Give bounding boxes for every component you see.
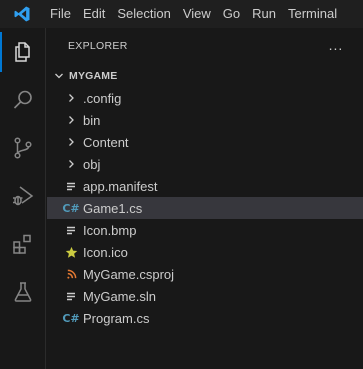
menu-run[interactable]: Run — [246, 0, 282, 28]
menu-edit[interactable]: Edit — [77, 0, 111, 28]
explorer-title: EXPLORER — [68, 39, 128, 52]
activity-bar — [0, 28, 46, 369]
lines-file-icon — [63, 219, 79, 241]
file-tree: .config bin Content obj app.manifest C# … — [47, 87, 363, 329]
explorer-icon[interactable] — [0, 32, 46, 72]
star-icon — [63, 241, 79, 263]
chevron-right-icon — [63, 87, 79, 109]
tree-item-program-cs[interactable]: C# Program.cs — [47, 307, 363, 329]
explorer-header: EXPLORER ... — [47, 28, 363, 63]
tree-item-label: app.manifest — [83, 178, 158, 194]
csharp-icon: C# — [62, 311, 80, 325]
tree-item-game1-cs[interactable]: C# Game1.cs — [47, 197, 363, 219]
tree-item-label: Game1.cs — [83, 200, 143, 216]
csharp-icon: C# — [62, 201, 80, 215]
tree-item-label: Icon.ico — [83, 244, 128, 260]
tree-item-label: Program.cs — [83, 310, 150, 326]
menu-go[interactable]: Go — [217, 0, 246, 28]
menu-view[interactable]: View — [177, 0, 217, 28]
menu-file[interactable]: File — [44, 0, 77, 28]
tree-item-mygame-csproj[interactable]: MyGame.csproj — [47, 263, 363, 285]
menu-bar: File Edit Selection View Go Run Terminal — [44, 0, 343, 28]
menu-terminal[interactable]: Terminal — [282, 0, 343, 28]
tree-item-label: Icon.bmp — [83, 222, 137, 238]
tree-item-label: obj — [83, 156, 101, 172]
vscode-logo-icon[interactable] — [0, 0, 44, 28]
tree-item-label: Content — [83, 134, 129, 150]
tree-item-bin[interactable]: bin — [47, 109, 363, 131]
run-debug-icon[interactable] — [0, 176, 46, 216]
source-control-icon[interactable] — [0, 128, 46, 168]
tree-item-label: .config — [83, 90, 122, 106]
menu-selection[interactable]: Selection — [111, 0, 176, 28]
tree-item-label: bin — [83, 112, 101, 128]
tree-item-icon-bmp[interactable]: Icon.bmp — [47, 219, 363, 241]
chevron-right-icon — [63, 131, 79, 153]
more-actions-icon[interactable]: ... — [326, 36, 346, 54]
workspace-folder-name: MYGAME — [69, 70, 118, 82]
chevron-right-icon — [63, 153, 79, 175]
tree-item-config[interactable]: .config — [47, 87, 363, 109]
tree-item-label: MyGame.csproj — [83, 266, 175, 282]
tree-item-label: MyGame.sln — [83, 288, 156, 304]
rss-icon — [63, 263, 79, 285]
tree-item-mygame-sln[interactable]: MyGame.sln — [47, 285, 363, 307]
explorer-sidebar: EXPLORER ... MYGAME .config bin Content … — [47, 28, 363, 369]
workspace-folder-header[interactable]: MYGAME — [47, 65, 363, 87]
chevron-right-icon — [63, 109, 79, 131]
lines-file-icon — [63, 175, 79, 197]
tree-item-obj[interactable]: obj — [47, 153, 363, 175]
title-bar: File Edit Selection View Go Run Terminal — [0, 0, 363, 28]
chevron-down-icon — [49, 70, 69, 82]
search-icon[interactable] — [0, 80, 46, 120]
extensions-icon[interactable] — [0, 224, 46, 264]
lines-file-icon — [63, 285, 79, 307]
testing-flask-icon[interactable] — [0, 272, 46, 312]
tree-item-app-manifest[interactable]: app.manifest — [47, 175, 363, 197]
tree-item-icon-ico[interactable]: Icon.ico — [47, 241, 363, 263]
tree-item-content[interactable]: Content — [47, 131, 363, 153]
